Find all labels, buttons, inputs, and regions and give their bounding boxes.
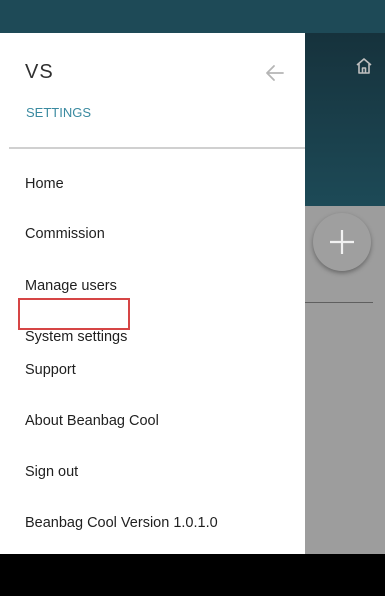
screen: VS SETTINGS Home Commission Manage users…: [0, 0, 385, 596]
drawer-title: VS: [25, 61, 54, 83]
status-bar: [0, 0, 385, 33]
app-divider: [305, 302, 373, 303]
menu-item-manage-users[interactable]: Manage users: [25, 278, 117, 294]
menu-item-commission[interactable]: Commission: [25, 226, 105, 242]
menu-item-home[interactable]: Home: [25, 176, 64, 192]
highlight-box: [18, 298, 130, 330]
drawer-divider: [9, 147, 305, 149]
drawer-header: VS SETTINGS: [9, 33, 305, 148]
add-button[interactable]: [313, 213, 371, 271]
arrow-left-icon[interactable]: [263, 61, 287, 85]
menu-item-about[interactable]: About Beanbag Cool: [25, 413, 159, 429]
drawer-subtitle: SETTINGS: [26, 105, 92, 120]
menu-item-support[interactable]: Support: [25, 362, 76, 378]
app-version-label: Beanbag Cool Version 1.0.1.0: [25, 515, 218, 531]
navigation-bar: [0, 554, 385, 596]
navigation-drawer: VS SETTINGS Home Commission Manage users…: [9, 33, 305, 554]
menu-item-sign-out[interactable]: Sign out: [25, 464, 78, 480]
home-icon[interactable]: [354, 56, 374, 76]
plus-icon: [330, 230, 354, 254]
menu-item-system-settings[interactable]: System settings: [25, 329, 127, 345]
